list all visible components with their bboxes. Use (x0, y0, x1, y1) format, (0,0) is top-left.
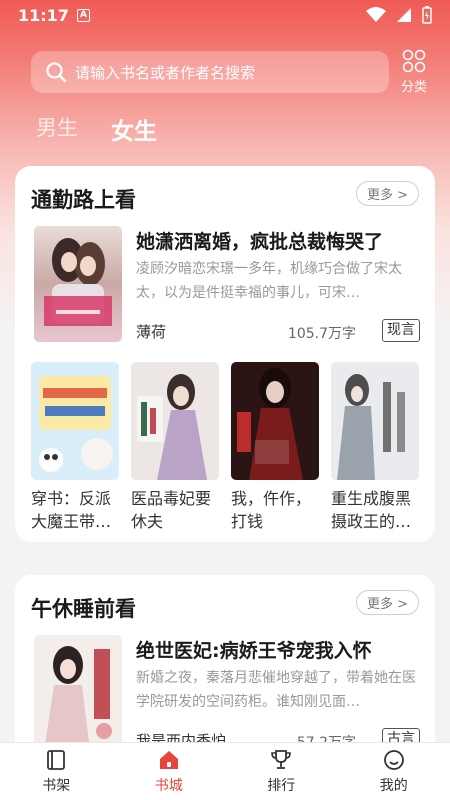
book-name: 穿书：反派大魔王带… (31, 489, 112, 531)
featured-book-words: 105.7万字 (287, 326, 356, 342)
search-placeholder: 请输入书名或者作者名搜索 (75, 63, 256, 82)
book-item[interactable]: 医品毒妃要休夫 (131, 362, 219, 533)
book-cover (331, 362, 419, 480)
notification-badge-icon: A (76, 8, 90, 22)
book-name: 医品毒妃要休夫 (131, 489, 212, 531)
book-item[interactable]: 穿书：反派大魔王带… (31, 362, 119, 533)
signal-icon (397, 8, 411, 22)
book-grid: 穿书：反派大魔王带… 医品毒妃要休夫 我，仵作，打钱 重生成腹黑摄政王的… (31, 362, 419, 533)
tab-profile[interactable]: 我的 (338, 743, 450, 800)
trophy-icon (271, 750, 292, 769)
bookstore-icon (159, 751, 178, 769)
tab-male[interactable]: 男生 (36, 112, 78, 142)
category-grid-icon (402, 49, 426, 73)
tab-ranking[interactable]: 排行 (225, 743, 338, 800)
featured-book-tag: 现言 (382, 319, 420, 342)
featured-book-cover[interactable] (34, 226, 122, 342)
search-icon (46, 62, 67, 83)
featured-book-desc: 新婚之夜，秦落月悲催地穿越了，带着她在医学院研发的空间药柜。谁知刚见面… (136, 670, 416, 710)
tab-label: 排行 (267, 778, 296, 794)
book-cover (131, 362, 219, 480)
tab-label: 书城 (154, 778, 183, 794)
book-name: 我，仵作，打钱 (231, 489, 312, 531)
book-item[interactable]: 我，仵作，打钱 (231, 362, 319, 533)
featured-book-author: 薄荷 (136, 323, 167, 341)
more-button[interactable]: 更多 > (355, 181, 419, 206)
status-time: 11:17 (18, 5, 69, 25)
featured-book-desc: 凌顾汐暗恋宋璟一多年，机缘巧合做了宋太太，以为是件挺幸福的事儿，可宋… (136, 261, 402, 301)
tab-label: 我的 (379, 778, 408, 794)
wifi-icon (366, 7, 386, 22)
status-bar: 11:17 A (0, 0, 450, 30)
profile-icon (383, 750, 404, 770)
category-label: 分类 (400, 80, 427, 95)
section-commute: 通勤路上看 更多 > 她潇洒离婚，疯批总裁悔哭了 凌顾汐暗恋宋璟一多年，机缘巧合… (15, 166, 435, 542)
battery-icon (422, 6, 432, 24)
featured-book-title[interactable]: 绝世医妃:病娇王爷宠我入怀 (136, 636, 426, 663)
section-title: 午休睡前看 (31, 597, 136, 621)
tab-bookshelf[interactable]: 书架 (0, 743, 113, 800)
featured-book-title[interactable]: 她潇洒离婚，疯批总裁悔哭了 (136, 227, 426, 254)
tab-female[interactable]: 女生 (111, 112, 157, 146)
book-cover (31, 362, 119, 480)
book-cover (231, 362, 319, 480)
section-title: 通勤路上看 (31, 188, 136, 212)
featured-book-cover[interactable] (34, 635, 122, 751)
more-button[interactable]: 更多 > (355, 590, 419, 615)
category-button[interactable]: 分类 (396, 49, 432, 95)
bottom-tab-bar: 书架 书城 排行 我的 (0, 742, 450, 800)
bookshelf-icon (47, 750, 66, 770)
tab-bookstore[interactable]: 书城 (113, 743, 226, 800)
tab-label: 书架 (42, 778, 71, 794)
book-item[interactable]: 重生成腹黑摄政王的… (331, 362, 419, 533)
book-name: 重生成腹黑摄政王的… (331, 489, 412, 531)
search-input[interactable]: 请输入书名或者作者名搜索 (31, 51, 389, 93)
